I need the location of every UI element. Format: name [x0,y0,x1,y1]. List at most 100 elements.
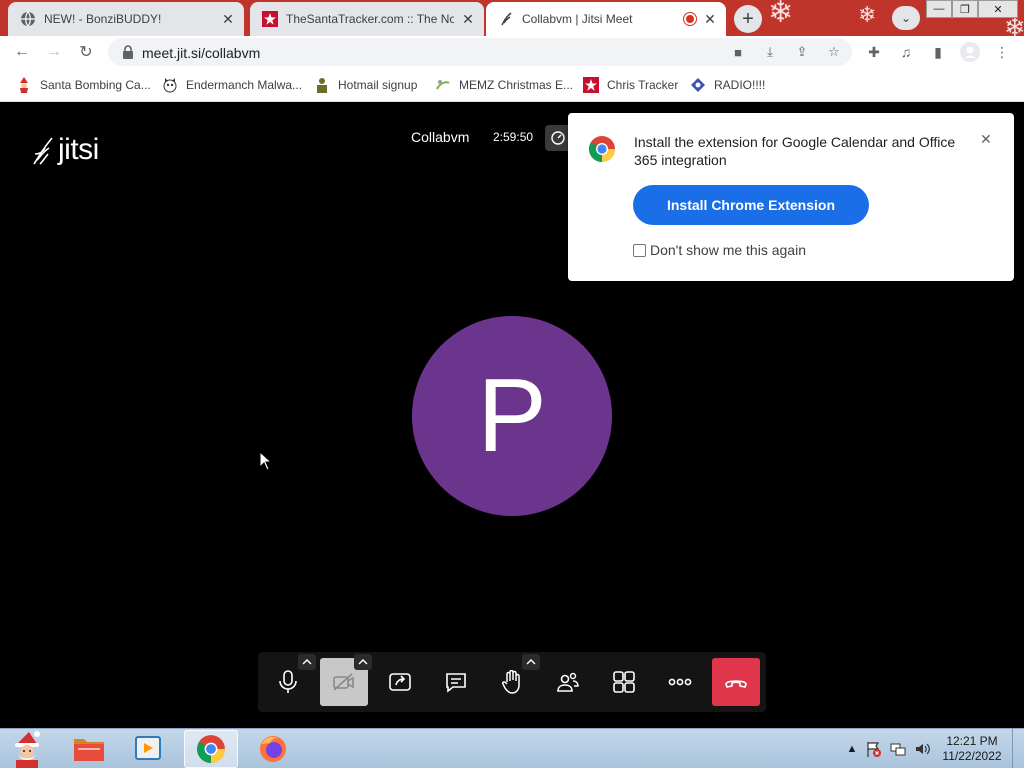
room-name: Collabvm [411,129,470,145]
back-icon[interactable]: ← [10,40,34,64]
tab-close-icon[interactable]: ✕ [220,11,236,27]
address-bar[interactable]: meet.jit.si/collabvm ■ ⤓ ⇪ ☆ [108,38,852,66]
bookmark-radio[interactable]: RADIO!!!! [690,76,765,94]
dont-show-label: Don't show me this again [650,242,806,258]
browser-toolbar: ← → ↻ meet.jit.si/collabvm ■ ⤓ ⇪ ☆ ✚ ♫ ▮… [0,36,1024,68]
tab-search-icon[interactable]: ⌄ [892,6,920,30]
media-control-icon[interactable]: ♫ [896,42,916,62]
bookmark-santa-bombing[interactable]: Santa Bombing Ca... [16,76,151,94]
media-player-icon [135,736,161,760]
microphone-icon [279,670,297,693]
radio-icon [690,77,706,93]
tab-strip: ❄ ❄ ❄ NEW! - BonziBUDDY! ✕ TheSantaTrack… [0,0,1024,36]
taskbar-media-player[interactable] [122,730,176,768]
more-actions-button[interactable] [656,658,704,706]
clock-time: 12:21 PM [946,734,998,748]
reactions-caret-icon[interactable] [522,654,540,670]
cat-icon [162,77,178,93]
share-screen-button[interactable] [376,658,424,706]
tab-title: TheSantaTracker.com :: The North [286,12,454,26]
taskbar-chrome[interactable] [184,730,238,768]
santa-tracker-icon [262,11,278,27]
tab-title: Collabvm | Jitsi Meet [522,12,633,26]
show-desktop-button[interactable] [1012,729,1024,768]
bookmark-chris-tracker[interactable]: Chris Tracker [583,76,678,94]
install-extension-button[interactable]: Install Chrome Extension [633,185,869,225]
chat-icon [446,673,466,693]
globe-icon [20,11,36,27]
snowflake-decoration: ❄ [768,0,794,29]
bookmark-memz[interactable]: MEMZ Christmas E... [435,76,573,94]
jitsi-logo[interactable]: jitsi [32,133,99,167]
tab-jitsi[interactable]: Collabvm | Jitsi Meet ✕ [486,2,726,36]
chrome-icon [197,735,225,763]
tab-close-icon[interactable]: ✕ [460,11,476,27]
participants-icon [557,672,579,692]
recording-icon [684,13,696,25]
bookmarks-bar: Santa Bombing Ca... Endermanch Malwa... … [0,68,1024,102]
hangup-icon [725,680,747,688]
folder-icon [74,739,104,761]
share-icon[interactable]: ⇪ [794,44,810,60]
dont-show-again-option[interactable]: Don't show me this again [633,242,806,258]
close-notification-icon[interactable]: ✕ [980,131,992,148]
jitsi-icon [498,11,514,27]
person-icon [314,77,330,93]
forward-icon[interactable]: → [42,40,66,64]
tile-view-button[interactable] [600,658,648,706]
meeting-timer: 2:59:50 [493,130,534,144]
participants-button[interactable] [544,658,592,706]
windows-taskbar: ▲ 12:21 PM 11/22/2022 [0,728,1024,768]
extensions-icon[interactable]: ✚ [864,42,884,62]
taskbar-clock[interactable]: 12:21 PM 11/22/2022 [936,734,1008,764]
snowflake-decoration: ❄ [858,2,877,27]
minimize-button[interactable]: — [926,0,952,18]
camera-in-use-icon[interactable]: ■ [730,44,746,60]
chat-button[interactable] [432,658,480,706]
bookmark-star-icon[interactable]: ☆ [826,44,842,60]
reload-icon[interactable]: ↻ [74,40,98,64]
tile-view-icon [613,671,635,693]
extension-notification: Install the extension for Google Calenda… [568,113,1014,281]
show-hidden-icons-icon[interactable]: ▲ [844,741,860,757]
notification-message: Install the extension for Google Calenda… [634,134,956,168]
more-icon [668,678,692,686]
raise-hand-icon [502,670,520,694]
chrome-logo-icon [588,136,616,163]
clock-date: 11/22/2022 [942,749,1002,763]
tab-bonzibuddy[interactable]: NEW! - BonziBUDDY! ✕ [8,2,244,36]
lock-icon[interactable] [120,44,136,60]
jitsi-logo-icon [33,137,53,165]
new-tab-button[interactable]: + [734,5,762,33]
meeting-stage: jitsi Collabvm 2:59:50 P Install the ext… [0,103,1024,728]
start-button[interactable] [0,730,54,768]
taskbar-firefox[interactable] [246,730,300,768]
share-screen-icon [389,673,411,691]
tracker-icon [583,77,599,93]
install-app-icon[interactable]: ⤓ [762,44,778,60]
profile-icon[interactable] [960,42,980,62]
video-settings-caret-icon[interactable] [354,654,372,670]
dont-show-checkbox[interactable] [633,243,646,257]
camera-off-icon [333,673,354,691]
menu-icon[interactable]: ⋮ [992,42,1012,62]
santa-start-icon [15,731,40,768]
firefox-icon [260,736,286,762]
close-window-button[interactable]: ✕ [978,0,1018,18]
side-panel-icon[interactable]: ▮ [928,42,948,62]
meeting-toolbar [258,652,766,712]
taskbar-file-explorer[interactable] [62,730,116,768]
network-icon[interactable] [890,741,906,757]
bookmark-hotmail[interactable]: Hotmail signup [314,76,417,94]
participant-avatar: P [412,316,612,516]
leave-meeting-button[interactable] [712,658,760,706]
volume-icon[interactable] [914,741,930,757]
tab-santa-tracker[interactable]: TheSantaTracker.com :: The North ✕ [250,2,484,36]
restore-button[interactable]: ❐ [952,0,978,18]
audio-settings-caret-icon[interactable] [298,654,316,670]
action-center-flag-icon[interactable] [866,741,882,757]
url-text[interactable]: meet.jit.si/collabvm [142,45,260,61]
tab-close-icon[interactable]: ✕ [702,11,718,27]
santa-icon [16,77,32,93]
bookmark-endermanch[interactable]: Endermanch Malwa... [162,76,302,94]
